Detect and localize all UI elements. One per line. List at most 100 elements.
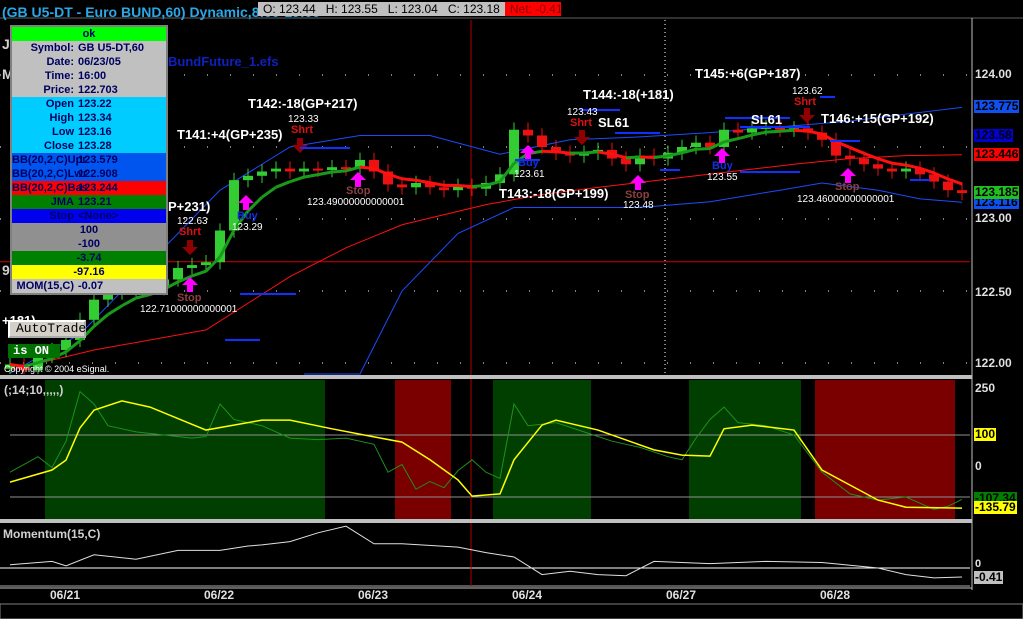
price-tick: 122.00 bbox=[975, 356, 1012, 370]
autotrade-button[interactable]: AutoTrade bbox=[8, 320, 86, 338]
stop-price: 123.48 bbox=[623, 200, 654, 211]
trade-label-t143: T143:-18(GP+199) bbox=[499, 186, 609, 201]
net-change: Net: -0.41 bbox=[504, 2, 563, 16]
candle-down bbox=[439, 187, 449, 191]
short-signal: Shrt bbox=[179, 226, 201, 238]
row-label: BB(20,2,C)Upr bbox=[12, 154, 87, 166]
candle-down bbox=[285, 168, 295, 172]
row-value: ok bbox=[82, 28, 96, 40]
row-label: High bbox=[49, 112, 74, 124]
momentum-value-tag: -0.41 bbox=[974, 570, 1004, 584]
candle-up bbox=[327, 167, 337, 171]
jma-segment bbox=[457, 184, 473, 189]
row-value: -0.07 bbox=[78, 280, 104, 292]
row-label: Price: bbox=[43, 84, 74, 96]
candle-up bbox=[901, 168, 911, 172]
pane-splitter[interactable] bbox=[0, 375, 972, 379]
row-value: 16:00 bbox=[78, 70, 107, 82]
jma-segment bbox=[289, 175, 305, 184]
date-tick: 06/23 bbox=[358, 588, 389, 602]
jma-segment bbox=[877, 157, 893, 165]
data-window-row: BB(20,2,C)Upr 123.579 bbox=[12, 153, 166, 167]
stop-signal: Stop bbox=[835, 181, 860, 193]
candle-down bbox=[943, 181, 953, 191]
stop-loss-label: SL61 bbox=[751, 112, 783, 127]
candle-down bbox=[621, 158, 631, 165]
hidden-label-9: 9 bbox=[2, 262, 10, 278]
low-value: L: 123.04 bbox=[387, 2, 438, 16]
short-arrow-icon bbox=[574, 130, 590, 145]
candle-down bbox=[887, 168, 897, 172]
candle-up bbox=[271, 168, 281, 172]
short-signal: Shrt bbox=[794, 96, 816, 108]
cursor-data-window[interactable]: ok Symbol: GB U5-DT,60 Date: 06/23/05 Time: 16… bbox=[10, 25, 168, 295]
row-value: 123.22 bbox=[78, 98, 112, 110]
momentum-zero-tick: 0 bbox=[975, 558, 982, 570]
trade-label-t144: T144:-18(+181) bbox=[583, 87, 674, 102]
buy-signal: Buy bbox=[518, 157, 539, 169]
jma-segment bbox=[625, 155, 641, 160]
data-window-row: BB(20,2,C)Bas 123.244 bbox=[12, 181, 166, 195]
jma-segment bbox=[485, 180, 501, 187]
stop-signal: Stop bbox=[346, 185, 371, 197]
candle-up bbox=[411, 183, 421, 188]
jma-segment bbox=[471, 183, 487, 189]
open-value: O: 123.44 bbox=[263, 2, 316, 16]
jma-segment bbox=[401, 177, 417, 182]
autotrade-status: is ON bbox=[8, 344, 60, 358]
row-label: BB(20,2,C)Bas bbox=[12, 182, 88, 194]
row-value: -100 bbox=[77, 238, 101, 250]
row-value: 123.244 bbox=[78, 182, 118, 194]
row-value: -3.74 bbox=[76, 252, 102, 264]
candle-up bbox=[173, 267, 183, 280]
indicator-zone-short bbox=[395, 380, 451, 519]
stop-price: 122.71000000000001 bbox=[140, 304, 238, 315]
date-tick: 06/27 bbox=[666, 588, 697, 602]
row-label: Time: bbox=[44, 70, 74, 82]
row-label: MOM(15,C) bbox=[16, 280, 74, 292]
hidden-label-j: J bbox=[2, 36, 10, 52]
short-arrow-icon bbox=[799, 108, 815, 123]
data-window-row: ok bbox=[12, 27, 166, 41]
jma-segment bbox=[765, 129, 781, 134]
indicator-signal-tag: -135.79 bbox=[974, 500, 1017, 514]
row-label: BB(20,2,C)Lwr bbox=[12, 168, 88, 180]
price-tick: 122.50 bbox=[975, 285, 1012, 299]
row-value: 122.703 bbox=[78, 84, 118, 96]
row-label: Date: bbox=[46, 56, 74, 68]
stop-loss-label: SL61 bbox=[598, 115, 630, 130]
data-window-row: Price: 122.703 bbox=[12, 83, 166, 97]
candle-up bbox=[187, 265, 197, 268]
short-arrow-icon bbox=[292, 138, 308, 153]
row-value: 123.579 bbox=[78, 154, 118, 166]
trade-label-t142: T142:-18(GP+217) bbox=[248, 96, 358, 111]
jma-segment bbox=[191, 269, 207, 278]
pane-splitter[interactable] bbox=[0, 519, 972, 523]
candle-up bbox=[257, 171, 267, 176]
jma-segment bbox=[121, 296, 137, 308]
bottom-bar bbox=[0, 603, 1023, 619]
row-value: 123.28 bbox=[78, 140, 112, 152]
candle-up bbox=[747, 128, 757, 133]
efs-script-label: BundFuture_1.efs bbox=[168, 54, 279, 69]
data-window-row: BB(20,2,C)Lwr 122.908 bbox=[12, 167, 166, 181]
short-signal: Shrt bbox=[291, 124, 313, 136]
data-window-row: -3.74 bbox=[12, 251, 166, 265]
jma-segment bbox=[583, 150, 599, 155]
momentum-label: Momentum(15,C) bbox=[3, 527, 101, 541]
bb-lower-line bbox=[304, 182, 963, 375]
jma-segment bbox=[639, 155, 655, 160]
row-value: 123.16 bbox=[78, 126, 112, 138]
copyright: Copyright © 2004 eSignal. bbox=[4, 364, 110, 374]
row-value: <None> bbox=[78, 210, 119, 222]
high-value: H: 123.55 bbox=[325, 2, 378, 16]
row-value: 06/23/05 bbox=[78, 56, 121, 68]
data-window-row: Symbol: GB U5-DT,60 bbox=[12, 41, 166, 55]
data-window-row: Date: 06/23/05 bbox=[12, 55, 166, 69]
candle-down bbox=[957, 190, 967, 194]
row-value: 100 bbox=[79, 224, 99, 236]
data-window-row: Stop <None> bbox=[12, 209, 166, 223]
jma-segment bbox=[737, 133, 753, 141]
close-value: C: 123.18 bbox=[447, 2, 500, 16]
entry-price: 123.55 bbox=[707, 172, 738, 183]
